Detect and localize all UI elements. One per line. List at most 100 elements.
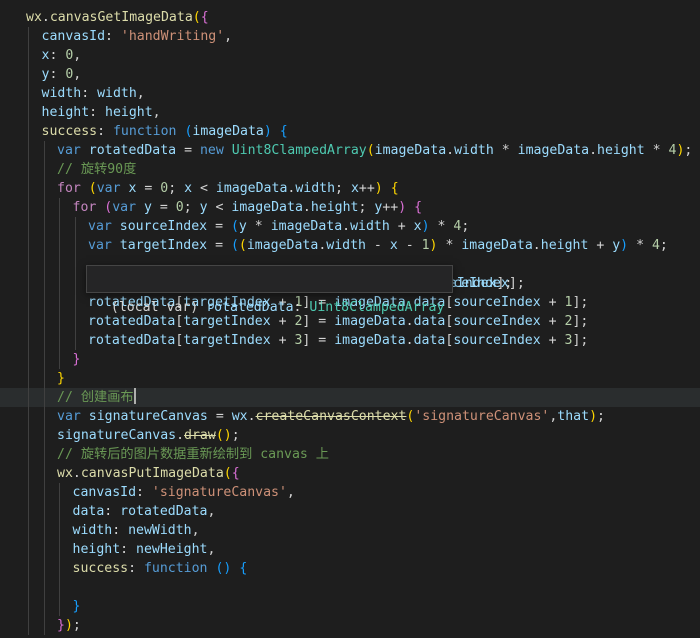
code-line[interactable]: height: height,: [0, 103, 700, 122]
code-line[interactable]: width: width,: [0, 84, 700, 103]
code-line[interactable]: rotatedData[targetIndex + 3] = imageData…: [0, 331, 700, 350]
code-token: ): [589, 409, 598, 424]
code-line[interactable]: // 创建画布: [0, 388, 700, 407]
indent-guide: [43, 483, 45, 502]
code-line[interactable]: }: [0, 350, 700, 369]
code-token: ];: [572, 333, 589, 348]
code-token: imageData: [374, 143, 447, 158]
code-line[interactable]: canvasId: 'signatureCanvas',: [0, 483, 700, 502]
code-token: +: [540, 314, 565, 329]
text-cursor: [133, 388, 136, 404]
code-line[interactable]: width: newWidth,: [0, 521, 700, 540]
code-token: :: [81, 86, 98, 101]
code-line[interactable]: signatureCanvas.draw();: [0, 426, 700, 445]
code-token: width: [454, 143, 494, 158]
code-line[interactable]: var rotatedData = new Uint8ClampedArray(…: [0, 141, 700, 160]
code-token: {: [200, 10, 209, 25]
code-token: ++: [382, 200, 399, 215]
code-text: canvasId: 'signatureCanvas',: [73, 483, 295, 502]
indent-guide: [28, 445, 29, 464]
code-token: (: [230, 219, 239, 234]
code-line[interactable]: height: newHeight,: [0, 540, 700, 559]
code-token: success: [72, 561, 129, 576]
code-token: 0: [175, 200, 184, 215]
code-token: =: [151, 200, 176, 215]
code-token: +: [588, 238, 613, 253]
indent-guide: [43, 502, 45, 521]
code-text: wx.canvasPutImageData({: [57, 464, 240, 483]
code-line[interactable]: canvasId: 'handWriting',: [0, 27, 700, 46]
code-token: ): [223, 428, 232, 443]
code-token: :: [112, 523, 129, 538]
code-token: x: [184, 181, 193, 196]
code-token: ];: [572, 314, 589, 329]
code-token: height: [105, 105, 153, 120]
code-line[interactable]: var sourceIndex = (y * imageData.width +…: [0, 217, 700, 236]
code-line[interactable]: success: function () {: [0, 559, 700, 578]
code-token: (: [88, 181, 97, 196]
indent-guide: [59, 274, 60, 293]
indent-guide: [43, 198, 45, 217]
code-token: canvasGetImageData: [49, 10, 193, 25]
code-token: width: [41, 86, 82, 101]
code-token: =: [176, 143, 200, 158]
code-line[interactable]: });: [0, 616, 700, 635]
code-line[interactable]: for (var y = 0; y < imageData.height; y+…: [0, 198, 700, 217]
code-text: // 创建画布: [57, 388, 136, 407]
code-token: 'signatureCanvas': [151, 485, 287, 500]
code-text: width: newWidth,: [73, 521, 200, 540]
code-token: *: [246, 219, 271, 234]
indent-guide: [28, 369, 29, 388]
code-token: height: [72, 542, 121, 557]
indent-guide: [43, 521, 45, 540]
code-line[interactable]: x: 0,: [0, 46, 700, 65]
code-token: canvasPutImageData: [80, 466, 224, 481]
code-token: ,: [224, 29, 233, 44]
indent-guide: [74, 255, 76, 274]
code-line[interactable]: for (var x = 0; x < imageData.width; x++…: [0, 179, 700, 198]
code-line[interactable]: success: function (imageData) {: [0, 122, 700, 141]
code-line[interactable]: data: rotatedData,: [0, 502, 700, 521]
indent-guide: [43, 407, 45, 426]
indent-guide: [43, 293, 45, 312]
code-token: .: [176, 428, 185, 443]
code-token: :: [128, 561, 144, 576]
code-token: =: [207, 409, 232, 424]
code-token: (: [230, 238, 239, 253]
code-token: for: [72, 200, 97, 215]
code-token: function: [112, 124, 177, 139]
indent-guide: [28, 160, 29, 179]
code-line[interactable]: var targetIndex = ((imageData.width - x …: [0, 236, 700, 255]
code-line[interactable]: // 旋转后的图片数据重新绘制到 canvas 上: [0, 445, 700, 464]
code-line[interactable]: [0, 578, 700, 597]
code-line[interactable]: }: [0, 369, 700, 388]
indent-guide: [43, 616, 45, 635]
code-token: height: [540, 238, 589, 253]
indent-guide: [43, 369, 45, 388]
code-text: // 旋转后的图片数据重新绘制到 canvas 上: [57, 445, 329, 464]
code-token: rotatedData: [120, 504, 208, 519]
indent-guide: [28, 27, 29, 46]
code-token: :: [49, 67, 66, 82]
code-line[interactable]: }: [0, 597, 700, 616]
indent-guide: [59, 293, 60, 312]
indent-guide: [28, 236, 29, 255]
code-token: :: [105, 29, 121, 44]
code-line[interactable]: y: 0,: [0, 65, 700, 84]
indent-guide: [59, 312, 60, 331]
code-token: +: [389, 219, 414, 234]
code-line[interactable]: wx.canvasGetImageData({: [0, 8, 700, 27]
indent-guide: [28, 122, 29, 141]
code-token: =: [207, 238, 231, 253]
code-token: ): [263, 124, 272, 139]
code-token: width: [72, 523, 113, 538]
code-line[interactable]: wx.canvasPutImageData({: [0, 464, 700, 483]
code-line[interactable]: // 旋转90度: [0, 160, 700, 179]
indent-guide: [43, 217, 45, 236]
code-line[interactable]: var signatureCanvas = wx.createCanvasCon…: [0, 407, 700, 426]
